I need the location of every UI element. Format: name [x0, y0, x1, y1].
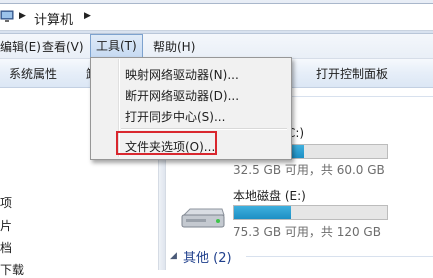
group-header-other[interactable]: 其他 (2): [183, 247, 232, 266]
nav-item-favorites[interactable]: 项: [0, 194, 12, 211]
menu-tools[interactable]: 工具(T): [90, 34, 143, 57]
drive-c-free-space: 32.5 GB 可用，共 60.0 GB: [233, 163, 385, 177]
menu-edit[interactable]: 编辑(E): [0, 38, 41, 55]
menu-item-map-network-drive[interactable]: 映射网络驱动器(N)...: [125, 66, 239, 83]
menu-bar: 编辑(E) 查看(V) 工具(T) 帮助(H): [0, 34, 433, 59]
menu-item-disconnect-network-drive[interactable]: 断开网络驱动器(D)...: [125, 87, 239, 104]
group-divider: [246, 256, 433, 257]
menu-view[interactable]: 查看(V): [42, 38, 84, 55]
drive-e-usage-fill: [234, 206, 291, 219]
folder-options-highlight: [116, 131, 217, 155]
address-bar: ▶ 计算机 ▶: [0, 0, 433, 34]
hard-drive-icon[interactable]: [180, 207, 226, 234]
menu-item-sync-center[interactable]: 打开同步中心(S)...: [125, 108, 225, 125]
breadcrumb-computer[interactable]: 计算机: [34, 9, 73, 28]
drive-e-free-space: 75.3 GB 可用，共 120 GB: [233, 225, 381, 239]
menu-separator: [121, 128, 287, 130]
breadcrumb-chevron-icon[interactable]: ▶: [19, 11, 26, 21]
system-properties-button[interactable]: 系统属性: [9, 65, 57, 82]
drive-e-label[interactable]: 本地磁盘 (E:): [233, 187, 306, 204]
computer-icon: [0, 10, 16, 27]
breadcrumb-chevron-icon[interactable]: ▶: [84, 11, 91, 21]
open-control-panel-button[interactable]: 打开控制面板: [316, 65, 388, 82]
nav-item-pictures[interactable]: 片: [0, 217, 12, 234]
nav-item-documents[interactable]: 档: [0, 239, 12, 256]
collapse-triangle-icon[interactable]: ◢: [170, 251, 177, 261]
breadcrumb[interactable]: ▶ 计算机 ▶: [0, 3, 433, 31]
menu-help[interactable]: 帮助(H): [153, 38, 195, 55]
drive-e-usage-bar: [233, 205, 388, 220]
